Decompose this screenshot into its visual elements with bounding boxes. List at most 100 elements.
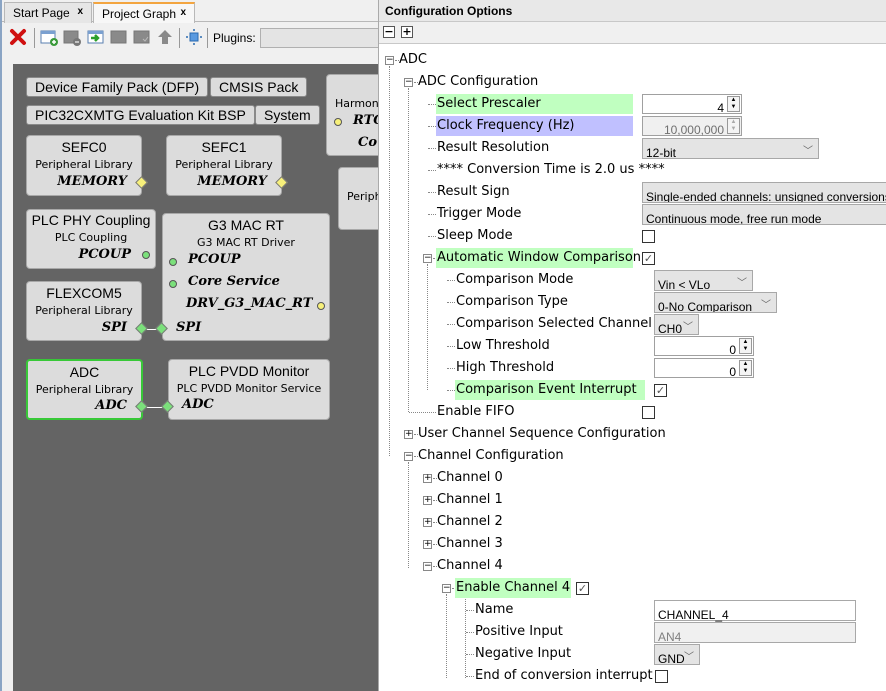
- graph-canvas[interactable]: Device Family Pack (DFP) CMSIS Pack PIC3…: [13, 64, 378, 691]
- add-component-icon[interactable]: [40, 28, 58, 46]
- node-port: RTO: [353, 113, 378, 128]
- node-title: SEFC1: [201, 139, 247, 155]
- expand-icon[interactable]: +: [423, 496, 432, 505]
- enable-fifo-checkbox[interactable]: [642, 406, 655, 419]
- positive-input-row: Positive Input AN4: [379, 621, 886, 644]
- spinner-arrows-icon[interactable]: ▲ ▼: [739, 360, 752, 376]
- automatic-window-comparison-checkbox[interactable]: ✓: [642, 252, 655, 265]
- tab-start-page[interactable]: Start Page x: [4, 2, 92, 23]
- plc-phy-coupling-node[interactable]: PLC PHY Coupling PLC Coupling PCOUP: [26, 209, 156, 269]
- sefc1-node[interactable]: SEFC1 Peripheral Library MEMORY: [166, 135, 282, 196]
- bsp-node[interactable]: PIC32CXMTG Evaluation Kit BSP: [26, 105, 255, 125]
- collapse-icon[interactable]: −: [423, 562, 432, 571]
- comparison-selected-channel-select[interactable]: CH0 ﹀: [654, 314, 699, 335]
- harmony-node[interactable]: Harmon RTO Co: [326, 74, 378, 156]
- low-threshold-label: Low Threshold: [456, 338, 550, 353]
- port-dot[interactable]: [169, 280, 177, 288]
- port-dot[interactable]: [169, 258, 177, 266]
- collapse-icon[interactable]: −: [423, 254, 432, 263]
- expand-icon[interactable]: +: [423, 540, 432, 549]
- port-dot[interactable]: [334, 118, 342, 126]
- result-resolution-row: Result Resolution 12-bit ﹀: [379, 137, 886, 159]
- tree-label: Channel 3: [437, 536, 503, 551]
- peripheral-node[interactable]: Periph: [338, 167, 378, 230]
- result-resolution-select[interactable]: 12-bit ﹀: [642, 138, 819, 159]
- select-prescaler-spinner[interactable]: 4 ▲ ▼: [642, 94, 742, 115]
- expand-icon[interactable]: +: [423, 474, 432, 483]
- enable-channel-4-checkbox[interactable]: ✓: [576, 582, 589, 595]
- result-resolution-label: Result Resolution: [437, 140, 550, 155]
- tree-label: Channel 0: [437, 470, 503, 485]
- node-port: MEMORY: [57, 174, 127, 189]
- window-check-icon[interactable]: [133, 28, 151, 46]
- negative-input-select[interactable]: GND ﹀: [654, 644, 700, 665]
- config-toolbar: − +: [379, 22, 886, 44]
- tree-line: [466, 632, 474, 633]
- node-subtitle: G3 MAC RT Driver: [197, 236, 295, 249]
- tree-line: [428, 236, 436, 237]
- node-subtitle: PLC PVDD Monitor Service: [176, 382, 322, 395]
- panel-title: Configuration Options: [379, 0, 886, 22]
- node-subtitle: Peripheral Library: [35, 158, 133, 171]
- select-value: Single-ended channels: unsigned conversi…: [646, 190, 886, 203]
- plc-pvdd-monitor-node[interactable]: PLC PVDD Monitor PLC PVDD Monitor Servic…: [168, 359, 330, 420]
- end-of-conversion-interrupt-label: End of conversion interrupt: [475, 668, 653, 683]
- g3-mac-rt-node[interactable]: G3 MAC RT G3 MAC RT Driver PCOUP Core Se…: [162, 213, 330, 341]
- up-arrow-icon[interactable]: [156, 28, 174, 46]
- collapse-icon[interactable]: −: [442, 584, 451, 593]
- tree-label: User Channel Sequence Configuration: [418, 426, 666, 441]
- import-icon[interactable]: [87, 28, 105, 46]
- expand-icon[interactable]: +: [423, 518, 432, 527]
- select-prescaler-label: Select Prescaler: [436, 94, 633, 114]
- window-disabled-icon[interactable]: [110, 28, 128, 46]
- high-threshold-spinner[interactable]: 0 ▲ ▼: [654, 358, 754, 379]
- tree-label: Channel 1: [437, 492, 503, 507]
- tab-project-graph[interactable]: Project Graph x: [93, 2, 195, 23]
- collapse-all-button[interactable]: −: [383, 26, 395, 38]
- tree-line: [428, 170, 436, 171]
- toolbar-separator: [207, 28, 208, 48]
- editor-tabs: Start Page x Project Graph x: [2, 2, 380, 23]
- system-node[interactable]: System: [255, 105, 320, 125]
- tree-line: [428, 148, 436, 149]
- tree-line: [447, 324, 455, 325]
- clock-frequency-row: Clock Frequency (Hz) 10,000,000 ▲ ▼: [379, 115, 886, 137]
- expand-all-button[interactable]: +: [401, 26, 413, 38]
- dfp-node[interactable]: Device Family Pack (DFP): [26, 77, 209, 97]
- comparison-mode-select[interactable]: Vin < VLo ﹀: [654, 270, 753, 291]
- collapse-icon[interactable]: −: [385, 56, 394, 65]
- remove-component-icon[interactable]: [63, 28, 81, 46]
- node-port: Core Service: [188, 274, 280, 289]
- tree-label: ADC: [399, 52, 427, 67]
- tree-line: [466, 654, 474, 655]
- cmsis-node[interactable]: CMSIS Pack: [210, 77, 308, 97]
- plugins-combo[interactable]: [260, 28, 380, 48]
- channel-name-input[interactable]: CHANNEL_4: [654, 600, 856, 622]
- fit-view-icon[interactable]: [185, 28, 203, 46]
- sleep-mode-checkbox[interactable]: [642, 230, 655, 243]
- sefc0-node[interactable]: SEFC0 Peripheral Library MEMORY: [26, 135, 142, 196]
- spinner-arrows-icon[interactable]: ▲ ▼: [739, 338, 752, 354]
- tree-label: Channel 4: [437, 558, 503, 573]
- port-dot[interactable]: [317, 302, 325, 310]
- result-sign-select[interactable]: Single-ended channels: unsigned conversi…: [642, 182, 886, 203]
- end-of-conversion-interrupt-checkbox[interactable]: [655, 670, 668, 683]
- flexcom5-node[interactable]: FLEXCOM5 Peripheral Library SPI: [26, 281, 142, 341]
- collapse-icon[interactable]: −: [404, 78, 413, 87]
- comparison-type-select[interactable]: 0-No Comparison ﹀: [654, 292, 777, 313]
- select-value: 12-bit: [646, 146, 677, 159]
- expand-icon[interactable]: +: [404, 430, 413, 439]
- port-dot[interactable]: [142, 251, 150, 259]
- delete-icon[interactable]: [9, 28, 27, 46]
- trigger-mode-select[interactable]: Continuous mode, free run mode: [642, 204, 886, 225]
- collapse-icon[interactable]: −: [404, 452, 413, 461]
- adc-node[interactable]: ADC Peripheral Library ADC: [26, 359, 143, 420]
- node-port: PCOUP: [78, 247, 131, 262]
- close-icon[interactable]: x: [180, 7, 186, 18]
- comparison-event-interrupt-checkbox[interactable]: ✓: [654, 384, 667, 397]
- clock-frequency-label: Clock Frequency (Hz): [436, 116, 633, 136]
- close-icon[interactable]: x: [77, 6, 83, 17]
- spinner-arrows-icon[interactable]: ▲ ▼: [727, 96, 740, 112]
- low-threshold-spinner[interactable]: 0 ▲ ▼: [654, 336, 754, 357]
- node-subtitle: Peripheral Library: [35, 383, 134, 396]
